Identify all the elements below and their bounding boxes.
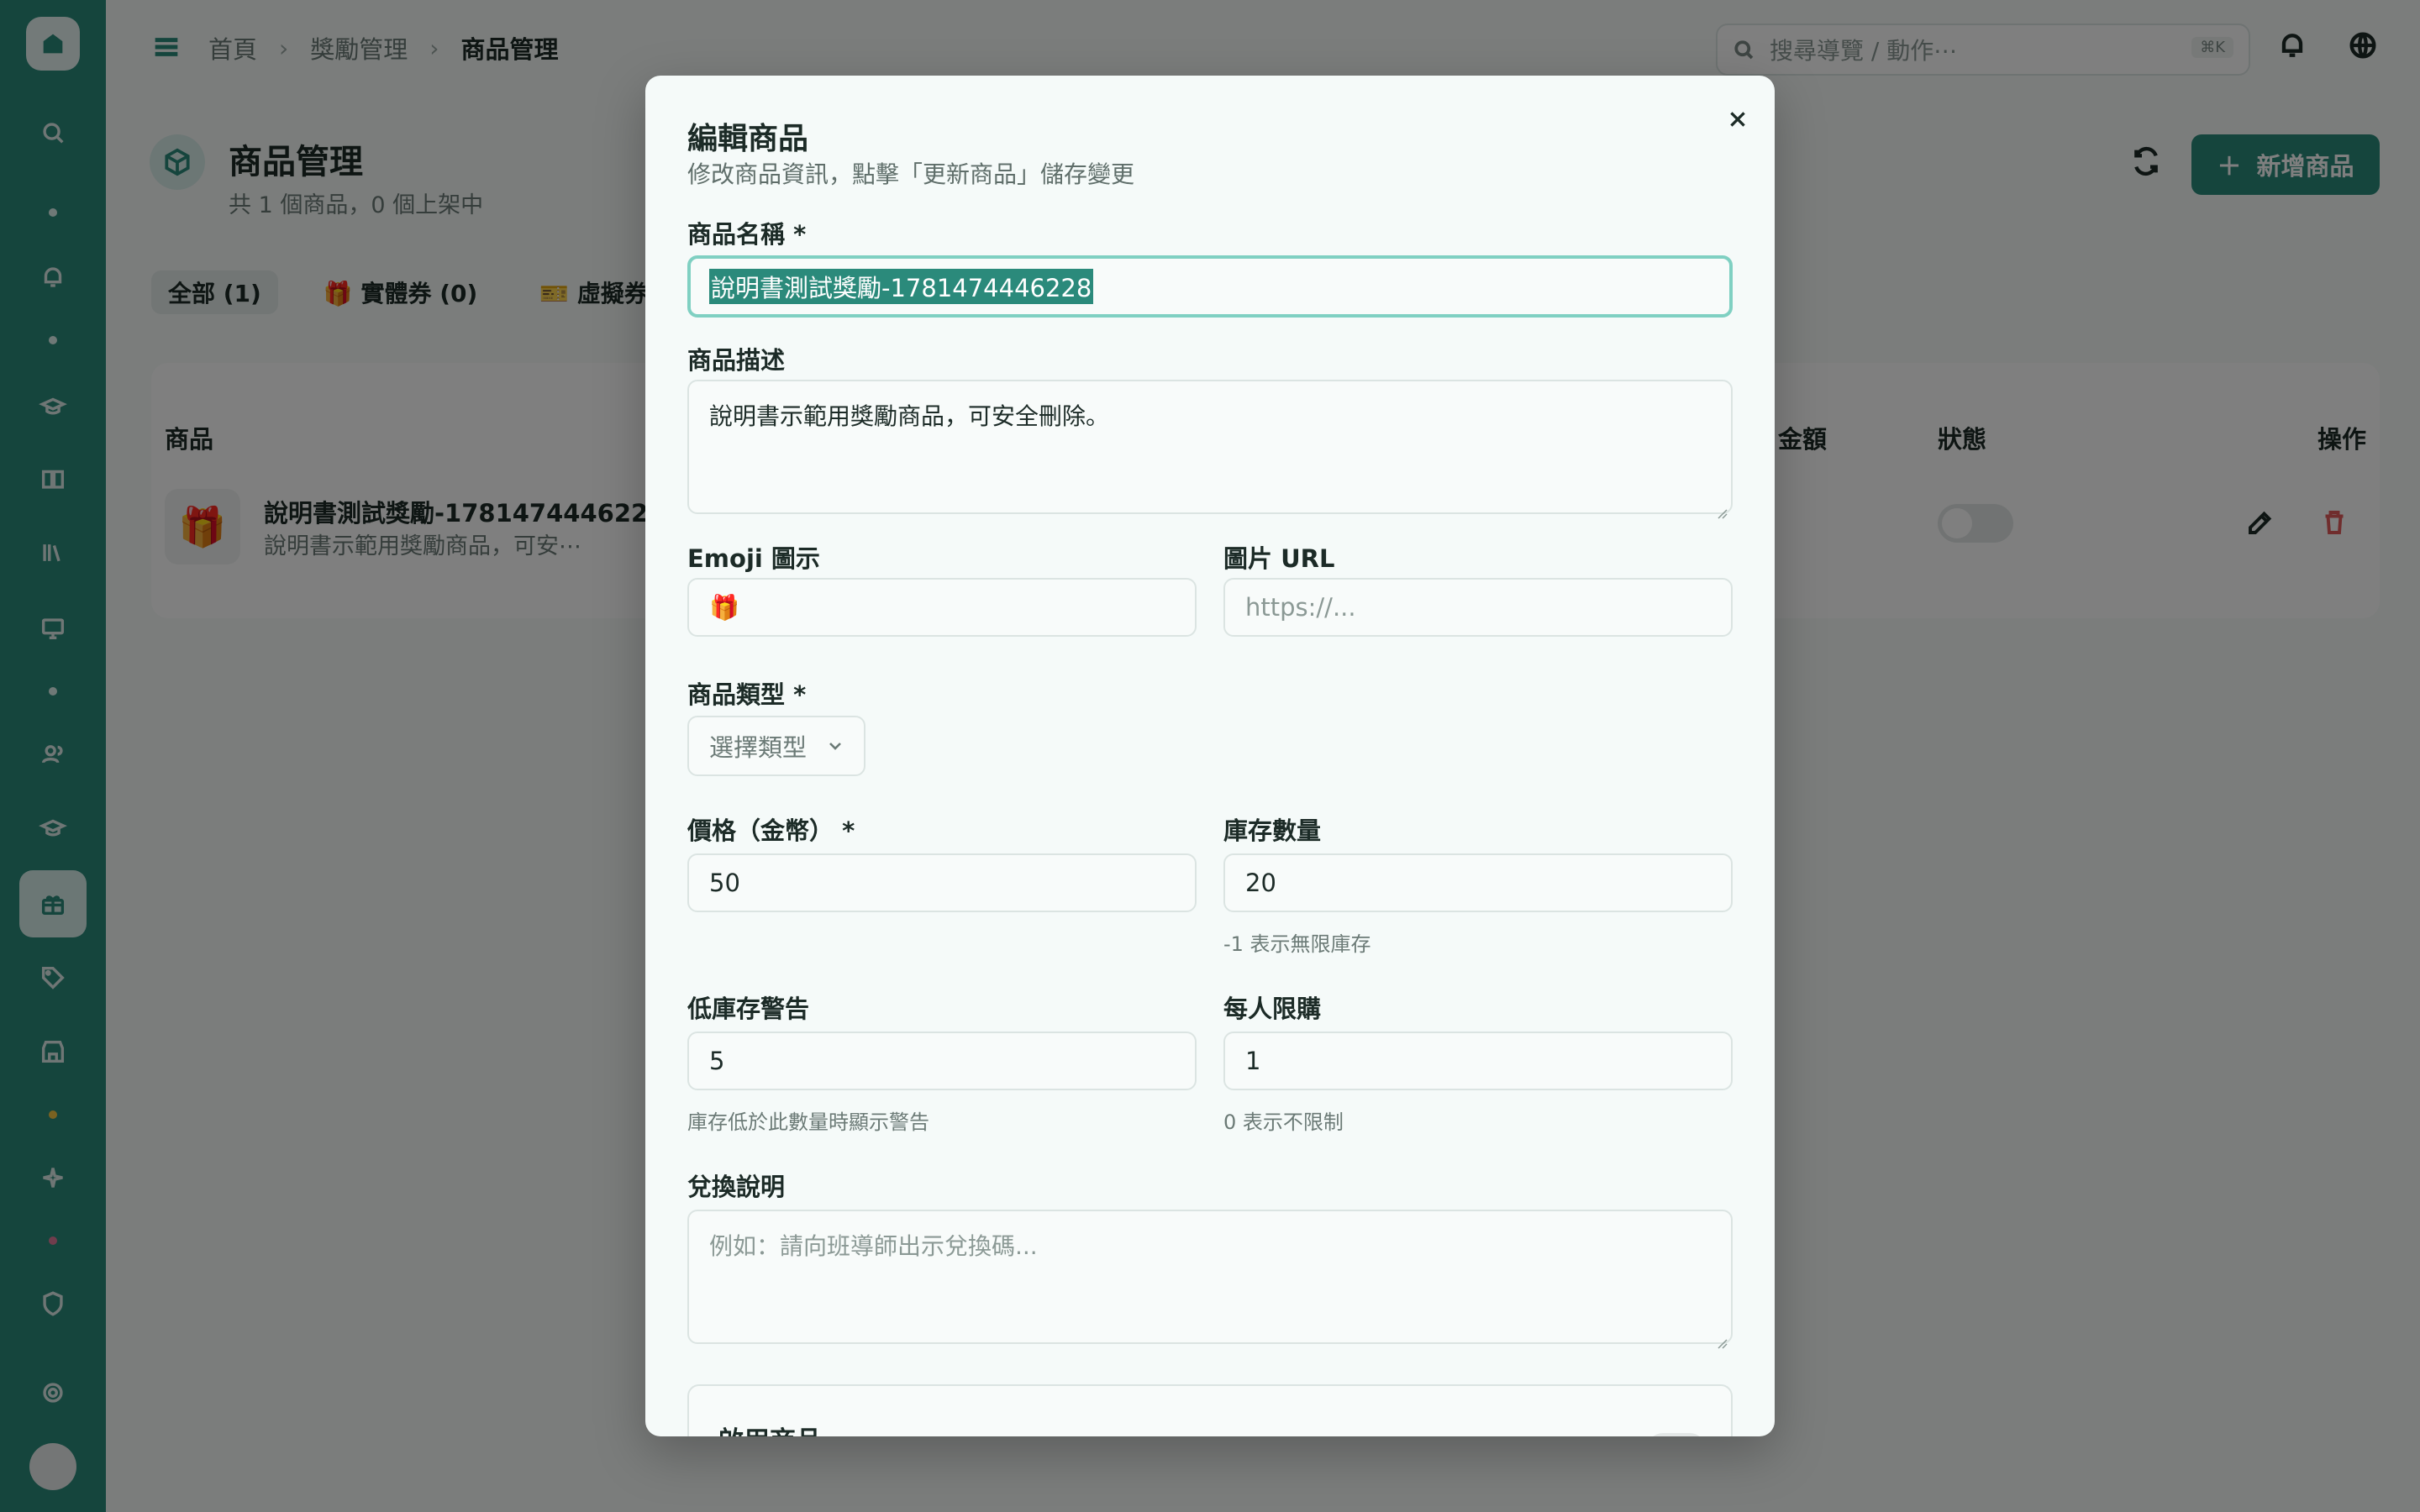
name-input[interactable]: 說明書測試獎勵-1781474446228 [687,255,1733,318]
close-icon[interactable] [1719,101,1756,138]
emoji-input[interactable]: 🎁 [687,578,1197,637]
image-url-input[interactable]: https://... [1223,578,1733,637]
enable-product-card: 啟用商品 [687,1384,1733,1436]
description-value: 說明書示範用獎勵商品，可安全刪除。 [709,402,1110,430]
enable-toggle[interactable] [1647,1433,1706,1436]
stock-hint: -1 表示無限庫存 [1223,932,1371,956]
redeem-placeholder: 例如：請向班導師出示兌換碼... [709,1232,1038,1260]
redeem-label: 兌換說明 [687,1173,786,1201]
resize-handle-icon[interactable] [1716,497,1728,519]
limit-input[interactable]: 1 [1223,1032,1733,1090]
edit-product-dialog: 編輯商品 修改商品資訊，點擊「更新商品」儲存變更 商品名稱 * 說明書測試獎勵-… [645,76,1775,1436]
low-stock-input[interactable]: 5 [687,1032,1197,1090]
description-textarea[interactable]: 說明書示範用獎勵商品，可安全刪除。 [687,380,1733,519]
low-stock-label: 低庫存警告 [687,995,810,1023]
redeem-textarea[interactable]: 例如：請向班導師出示兌換碼... [687,1210,1733,1349]
low-stock-hint: 庫存低於此數量時顯示警告 [687,1110,929,1134]
limit-value: 1 [1245,1047,1261,1075]
emoji-value: 🎁 [709,592,740,622]
price-input[interactable]: 50 [687,853,1197,912]
dialog-title: 編輯商品 [687,122,809,156]
image-url-label: 圖片 URL [1223,544,1335,573]
emoji-label: Emoji 圖示 [687,544,820,573]
name-label: 商品名稱 * [687,220,807,249]
enable-label: 啟用商品 [718,1420,822,1436]
type-label: 商品類型 * [687,680,807,709]
stock-value: 20 [1245,869,1276,897]
low-stock-value: 5 [709,1047,725,1075]
name-value: 說明書測試獎勵-1781474446228 [709,269,1094,304]
limit-hint: 0 表示不限制 [1223,1110,1344,1134]
stock-label: 庫存數量 [1223,816,1322,845]
description-label: 商品描述 [687,346,786,375]
price-value: 50 [709,869,740,897]
type-select[interactable]: 選擇類型 [687,716,865,776]
dialog-subtitle: 修改商品資訊，點擊「更新商品」儲存變更 [687,160,1135,188]
resize-handle-icon[interactable] [1716,1327,1728,1349]
image-url-placeholder: https://... [1245,593,1356,622]
stock-input[interactable]: 20 [1223,853,1733,912]
limit-label: 每人限購 [1223,995,1322,1023]
type-placeholder: 選擇類型 [709,733,808,762]
chevron-down-icon [829,743,841,750]
price-label: 價格（金幣） * [687,816,855,845]
